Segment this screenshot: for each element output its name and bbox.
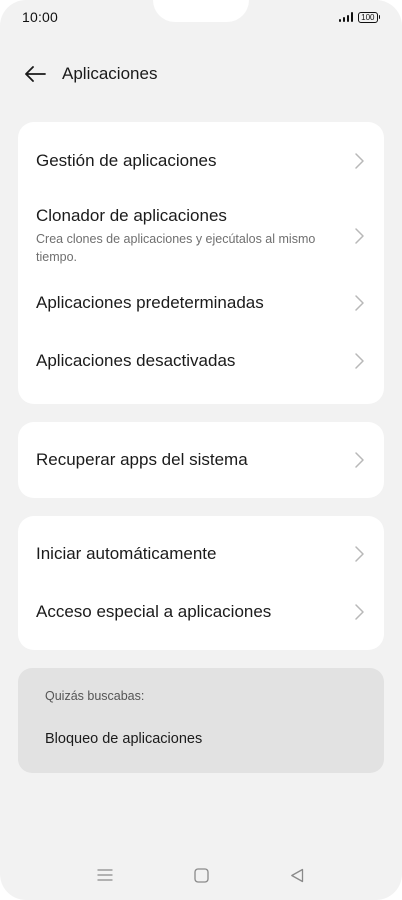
list-item-auto-start[interactable]: Iniciar automáticamente [18, 516, 384, 591]
settings-group-startup: Iniciar automáticamente Acceso especial … [18, 516, 384, 650]
list-item-app-cloner[interactable]: Clonador de aplicaciones Crea clones de … [18, 197, 384, 274]
status-icons: 100 [338, 11, 380, 23]
suggestions-label: Quizás buscabas: [45, 689, 145, 703]
arrow-left-icon[interactable] [24, 62, 48, 86]
list-item-label: Recuperar apps del sistema [36, 450, 248, 469]
chevron-right-icon [355, 353, 364, 369]
page-title: Aplicaciones [62, 64, 158, 83]
status-time: 10:00 [22, 9, 59, 25]
chevron-right-icon [355, 152, 364, 169]
settings-group-apps: Gestión de aplicaciones Clonador de apli… [18, 122, 384, 404]
list-item-label: Acceso especial a aplicaciones [36, 602, 272, 621]
list-item-label: Aplicaciones predeterminadas [36, 293, 264, 312]
chevron-right-icon [355, 295, 364, 311]
menu-icon[interactable] [92, 862, 118, 888]
triangle-back-icon[interactable] [284, 862, 310, 888]
list-item-subtitle: Crea clones de aplicaciones y ejecútalos… [36, 232, 316, 264]
list-item-label: Gestión de aplicaciones [36, 150, 217, 170]
list-item-label: Iniciar automáticamente [36, 543, 217, 563]
battery-level: 100 [358, 11, 378, 23]
list-item-label: Aplicaciones desactivadas [36, 351, 236, 370]
page-header: Aplicaciones [24, 56, 157, 92]
status-bar: 10:00 100 [0, 0, 402, 34]
list-item-disabled-apps[interactable]: Aplicaciones desactivadas [18, 332, 384, 390]
chevron-right-icon [355, 227, 364, 244]
list-item-recover-system-apps[interactable]: Recuperar apps del sistema [18, 422, 384, 498]
battery-icon: 100 [358, 11, 380, 23]
suggestions-card: Quizás buscabas: Bloqueo de aplicaciones [18, 668, 384, 773]
square-home-icon[interactable] [188, 862, 214, 888]
list-item-label: Clonador de aplicaciones [36, 206, 227, 225]
phone-screen: 10:00 100 Aplicaciones Gestión de aplica… [0, 0, 402, 900]
chevron-right-icon [355, 604, 364, 620]
chevron-right-icon [355, 545, 364, 562]
signal-icon [338, 12, 354, 22]
list-item-special-access[interactable]: Acceso especial a aplicaciones [18, 591, 384, 633]
chevron-right-icon [355, 452, 364, 468]
system-nav-bar [0, 860, 402, 890]
settings-group-recover: Recuperar apps del sistema [18, 422, 384, 498]
suggestion-link-app-lock[interactable]: Bloqueo de aplicaciones [45, 731, 202, 747]
list-item-default-apps[interactable]: Aplicaciones predeterminadas [18, 274, 384, 332]
list-item-app-management[interactable]: Gestión de aplicaciones [18, 122, 384, 197]
